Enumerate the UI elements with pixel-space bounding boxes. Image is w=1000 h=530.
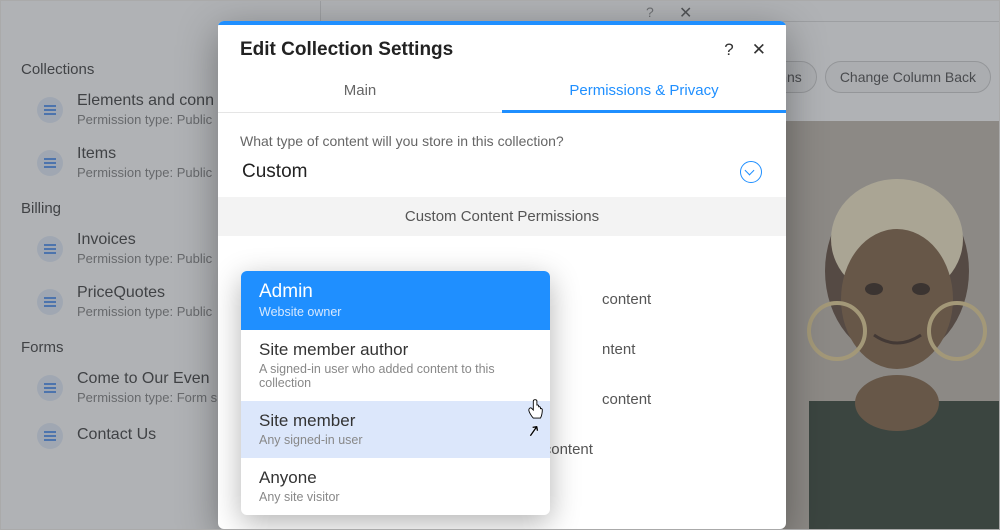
option-title: Anyone — [259, 468, 532, 488]
permission-desc: content — [602, 291, 651, 308]
content-type-question: What type of content will you store in t… — [240, 133, 764, 149]
content-type-value: Custom — [242, 161, 307, 183]
dropdown-option-site-member[interactable]: Site member Any signed-in user — [241, 401, 550, 458]
dropdown-option-anyone[interactable]: Anyone Any site visitor — [241, 458, 550, 515]
role-dropdown[interactable]: Admin Website owner Site member author A… — [241, 271, 550, 515]
option-title: Site member — [259, 411, 532, 431]
help-icon[interactable]: ? — [724, 40, 733, 60]
modal-tabs: Main Permissions & Privacy — [218, 71, 786, 113]
option-subtitle: A signed-in user who added content to th… — [259, 362, 532, 390]
option-subtitle: Website owner — [259, 305, 532, 319]
option-subtitle: Any site visitor — [259, 490, 532, 504]
tab-main[interactable]: Main — [218, 71, 502, 112]
content-type-select[interactable]: Custom — [240, 157, 764, 197]
option-subtitle: Any signed-in user — [259, 433, 532, 447]
permission-desc: content — [602, 391, 651, 408]
modal-title: Edit Collection Settings — [240, 39, 453, 61]
dropdown-option-site-member-author[interactable]: Site member author A signed-in user who … — [241, 330, 550, 401]
option-title: Admin — [259, 281, 532, 303]
close-icon[interactable]: ✕ — [752, 40, 766, 60]
chevron-down-icon — [740, 161, 762, 183]
option-title: Site member author — [259, 340, 532, 360]
permissions-band: Custom Content Permissions — [218, 197, 786, 236]
permission-desc: ntent — [602, 341, 635, 358]
dropdown-option-admin[interactable]: Admin Website owner — [241, 271, 550, 330]
tab-permissions-privacy[interactable]: Permissions & Privacy — [502, 71, 786, 113]
